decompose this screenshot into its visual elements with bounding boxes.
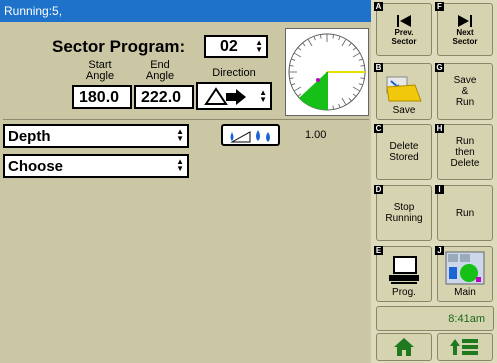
sector-dial (285, 28, 369, 116)
skip-next-icon (458, 14, 472, 27)
run-then-delete-label: Run then Delete (450, 135, 480, 169)
dashboard-icon (445, 251, 485, 285)
key-c: C (374, 124, 383, 133)
computer-icon (389, 256, 419, 284)
delete-stored-button[interactable]: Delete Stored (376, 124, 432, 180)
updown-arrows-icon (176, 158, 184, 172)
key-d: D (374, 185, 383, 194)
save-button[interactable]: Save (376, 63, 432, 120)
depth-select-value: Depth (8, 128, 51, 145)
sector-program-title: Sector Program: (52, 37, 186, 56)
start-angle-input[interactable]: 180.0 (72, 85, 132, 109)
water-depth-icon (230, 130, 270, 143)
direction-label: Direction (212, 67, 256, 79)
stop-running-button[interactable]: Stop Running (376, 185, 432, 241)
save-and-run-button[interactable]: Save & Run (437, 63, 493, 120)
main-label: Main (454, 287, 476, 298)
up-menu-icon (450, 339, 478, 355)
direction-select[interactable] (196, 82, 272, 110)
next-sector-label: Next Sector (452, 27, 478, 46)
next-sector-button[interactable]: Next Sector (437, 3, 493, 56)
main-button[interactable]: Main (437, 246, 493, 302)
home-button[interactable] (376, 333, 432, 361)
depth-icon-button[interactable] (221, 124, 280, 146)
dial-tick (289, 77, 294, 80)
prog-button[interactable]: Prog. (376, 246, 432, 302)
depth-select[interactable]: Depth (3, 124, 189, 148)
key-h: H (435, 124, 444, 133)
dial-tick (289, 64, 294, 67)
end-angle-value: 222.0 (141, 89, 182, 106)
save-label: Save (392, 105, 416, 116)
dial-tick (360, 64, 365, 67)
updown-arrows-icon (255, 39, 263, 53)
program-number-select[interactable]: 02 (204, 35, 268, 58)
direction-arrow-icon (204, 87, 246, 105)
key-e: E (374, 246, 383, 255)
run-label: Run (455, 207, 475, 219)
start-angle-label: Start Angle (85, 59, 115, 82)
prog-label: Prog. (392, 287, 416, 298)
divider (3, 119, 369, 120)
save-and-run-label: Save & Run (453, 75, 477, 108)
dial-tick (360, 77, 365, 80)
stop-running-label: Stop Running (385, 202, 423, 224)
key-b: B (374, 63, 383, 72)
depth-value: 1.00 (305, 129, 327, 141)
start-angle-value: 180.0 (79, 89, 120, 106)
choose-select-value: Choose (8, 158, 64, 175)
updown-arrows-icon (176, 128, 184, 142)
run-button[interactable]: Run (437, 185, 493, 241)
program-number-value: 02 (220, 38, 238, 55)
folder-save-icon (386, 76, 422, 102)
clock-time: 8:41am (448, 313, 485, 325)
status-text: Running:5, (4, 4, 63, 18)
dial-tick (332, 105, 335, 110)
clock: 8:41am (376, 306, 494, 331)
dial-tick (332, 34, 335, 39)
home-icon (394, 338, 414, 356)
choose-select[interactable]: Choose (3, 154, 189, 178)
key-i: I (435, 185, 444, 194)
delete-stored-label: Delete Stored (389, 141, 419, 163)
key-a: A (374, 2, 383, 11)
end-angle-label: End Angle (145, 59, 175, 82)
prev-sector-label: Prev. Sector (391, 27, 417, 46)
dial-tick (319, 34, 322, 39)
key-f: F (435, 2, 444, 11)
skip-previous-icon (397, 14, 411, 27)
run-then-delete-button[interactable]: Run then Delete (437, 124, 493, 180)
key-j: J (435, 246, 444, 255)
key-g: G (435, 63, 444, 72)
menu-button[interactable] (437, 333, 493, 361)
status-bar: Running:5, (0, 0, 371, 22)
updown-arrows-icon (259, 89, 267, 103)
prev-sector-button[interactable]: Prev. Sector (376, 3, 432, 56)
end-angle-input[interactable]: 222.0 (134, 85, 194, 109)
